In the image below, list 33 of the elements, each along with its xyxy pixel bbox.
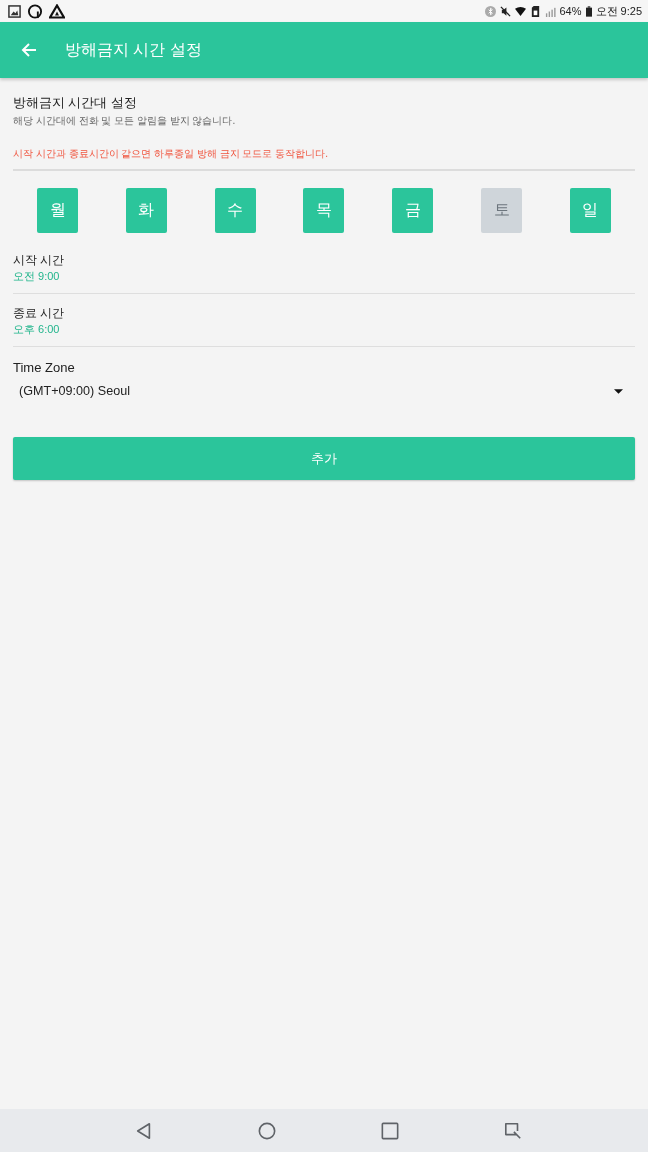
app-bar-title: 방해금지 시간 설정 bbox=[65, 39, 202, 60]
home-circle-icon[interactable] bbox=[257, 1121, 276, 1140]
day-toggle[interactable]: 일 bbox=[569, 188, 611, 233]
time-zone-dropdown[interactable]: (GMT+09:00) Seoul bbox=[13, 376, 635, 403]
battery-icon bbox=[585, 5, 592, 17]
recents-square-icon[interactable] bbox=[380, 1121, 399, 1140]
time-zone-label: Time Zone bbox=[13, 359, 75, 376]
day-toggle[interactable]: 월 bbox=[37, 188, 78, 233]
add-button[interactable]: 추가 bbox=[13, 437, 635, 480]
day-toggle[interactable]: 금 bbox=[392, 188, 434, 233]
section-description: 해당 시간대에 전화 및 모든 알림을 받지 않습니다. bbox=[13, 114, 236, 128]
clock-time: 오전 9:25 bbox=[595, 3, 642, 19]
day-toggle[interactable]: 수 bbox=[214, 188, 256, 233]
wifi-icon bbox=[514, 5, 526, 17]
day-toggle[interactable]: 토 bbox=[481, 188, 523, 233]
caret-icon bbox=[614, 388, 623, 394]
day-toggle[interactable]: 목 bbox=[303, 188, 345, 233]
time-label[interactable]: 종료 시간 bbox=[13, 305, 65, 322]
bluetooth-icon bbox=[484, 5, 496, 17]
triangle-icon bbox=[49, 3, 65, 19]
image-icon bbox=[8, 4, 21, 18]
circle-letter-icon bbox=[27, 3, 43, 19]
sim-card-icon bbox=[529, 5, 541, 17]
back-triangle-icon[interactable] bbox=[134, 1121, 153, 1140]
signal-icon bbox=[544, 5, 556, 17]
section-title: 방해금지 시간대 설정 bbox=[13, 95, 137, 112]
battery-percent: 64% bbox=[559, 5, 582, 17]
time-label[interactable]: 시작 시간 bbox=[13, 252, 65, 269]
warning-text: 시작 시간과 종료시간이 같으면 하루종일 방해 금지 모드로 동작합니다. bbox=[13, 147, 328, 161]
day-toggle[interactable]: 화 bbox=[125, 188, 167, 233]
muted-speaker-icon bbox=[499, 5, 511, 17]
time-value[interactable]: 오전 9:00 bbox=[13, 269, 60, 283]
time-value[interactable]: 오후 6:00 bbox=[13, 322, 60, 336]
